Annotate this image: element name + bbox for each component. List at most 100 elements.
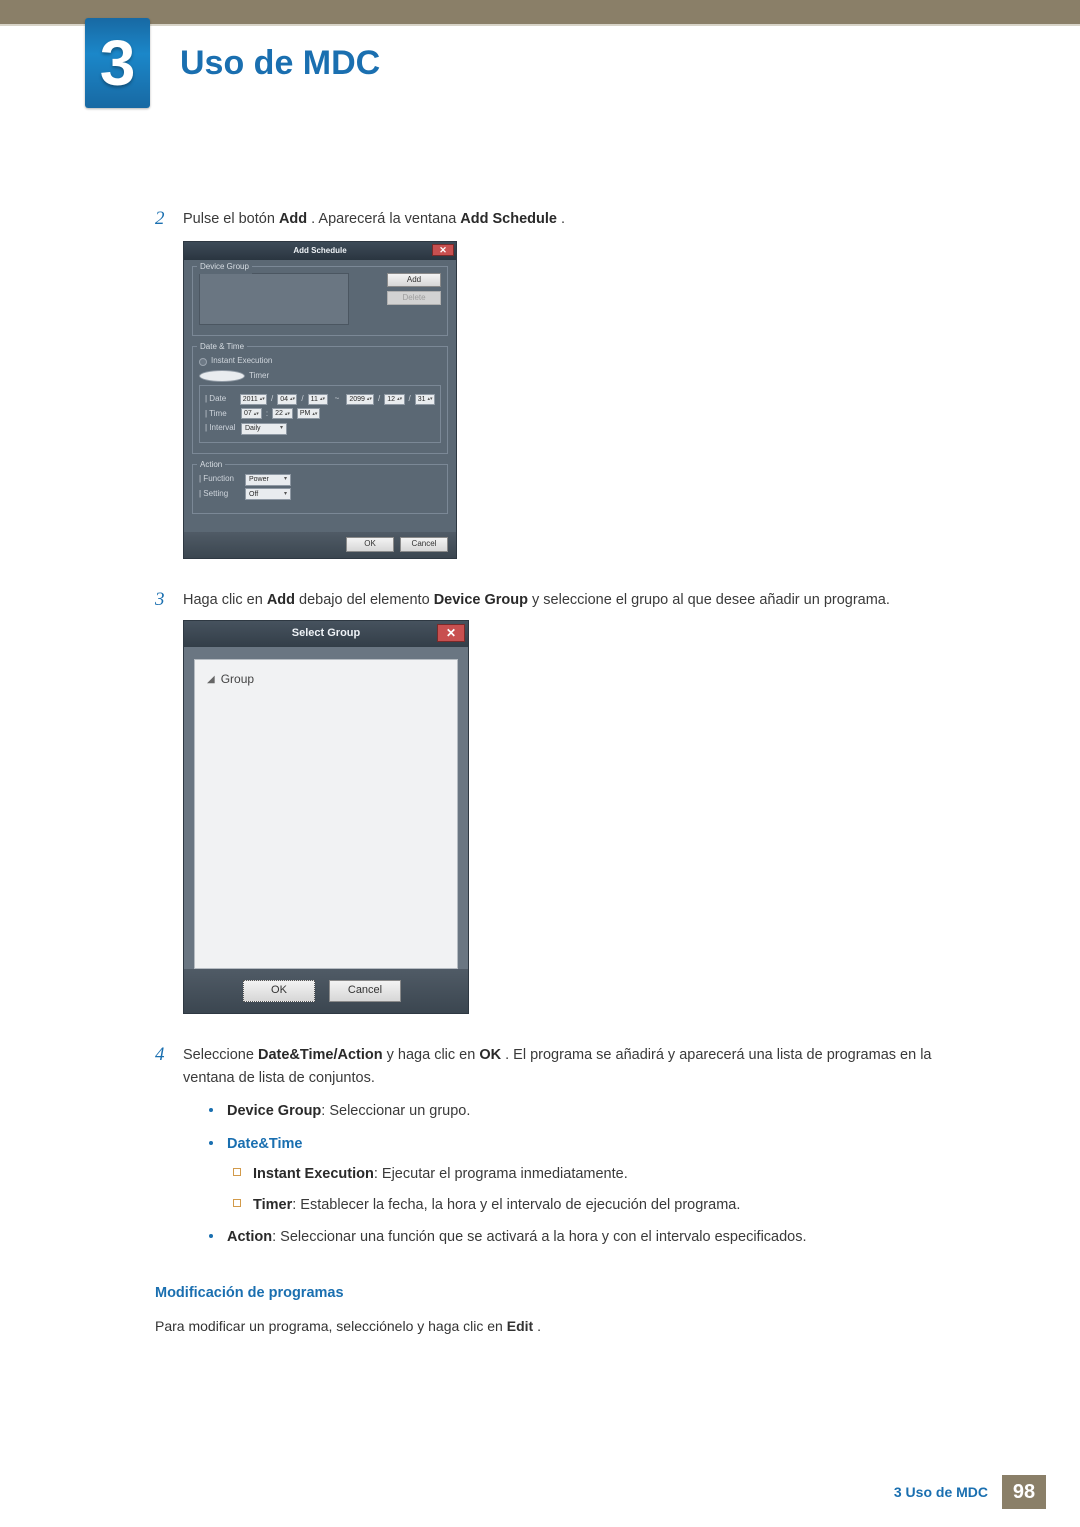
bold: Edit xyxy=(507,1318,533,1334)
chevron-down-icon: ▾ xyxy=(280,424,283,434)
time-min[interactable]: 22▴▾ xyxy=(272,408,293,419)
bullet-list: Device Group: Seleccionar un grupo. Date… xyxy=(209,1100,985,1248)
date-year2[interactable]: 2099▴▾ xyxy=(346,394,374,405)
chapter-number: 3 xyxy=(100,26,136,100)
bold: Action xyxy=(227,1229,272,1245)
text: : Establecer la fecha, la hora y el inte… xyxy=(292,1197,740,1213)
list-item: Timer: Establecer la fecha, la hora y el… xyxy=(227,1194,985,1216)
ok-button[interactable]: OK xyxy=(346,537,394,552)
paragraph: Para modificar un programa, selecciónelo… xyxy=(155,1315,985,1337)
spinner-icon: ▴▾ xyxy=(320,397,325,401)
v: Daily xyxy=(245,423,261,434)
spinner-icon: ▴▾ xyxy=(260,397,265,401)
v: PM xyxy=(300,408,311,419)
setting-select[interactable]: Off▾ xyxy=(245,488,291,500)
cancel-button[interactable]: Cancel xyxy=(329,980,401,1002)
interval-select[interactable]: Daily ▾ xyxy=(241,423,287,435)
group-label: Action xyxy=(197,459,225,472)
date-label: | Date xyxy=(205,393,236,406)
action-box: Action | Function Power▾ | Setting Off▾ xyxy=(192,464,448,514)
text: y seleccione el grupo al que desee añadi… xyxy=(532,592,890,608)
step-number: 3 xyxy=(155,589,183,1032)
text: y haga clic en xyxy=(387,1047,480,1063)
bold: Device Group xyxy=(227,1103,321,1119)
function-label: | Function xyxy=(199,473,241,486)
text: : Seleccionar un grupo. xyxy=(321,1103,470,1119)
group-tree-item[interactable]: ◢ Group xyxy=(207,670,445,689)
top-band xyxy=(0,0,1080,26)
text: Seleccione xyxy=(183,1047,258,1063)
tree-expand-icon: ◢ xyxy=(207,672,215,688)
date-month1[interactable]: 04▴▾ xyxy=(277,394,297,405)
bullet-heading: Date&Time xyxy=(227,1136,302,1152)
footer-text: 3 Uso de MDC xyxy=(894,1484,988,1500)
text: . xyxy=(537,1318,541,1334)
v: 07 xyxy=(244,408,252,419)
select-group-dialog: Select Group ✕ ◢ Group OK Cancel xyxy=(183,620,469,1014)
chapter-badge: 3 xyxy=(85,18,150,108)
dialog-title: Select Group xyxy=(292,625,360,643)
device-group-list[interactable] xyxy=(199,273,349,325)
v: 04 xyxy=(280,394,288,405)
chevron-down-icon: ▾ xyxy=(284,490,287,500)
date-time-box: Date & Time Instant Execution Timer | Da… xyxy=(192,346,448,454)
time-hour[interactable]: 07▴▾ xyxy=(241,408,262,419)
add-button[interactable]: Add xyxy=(387,273,441,287)
time-label: | Time xyxy=(205,408,237,421)
v: 22 xyxy=(275,408,283,419)
step-4: 4 Seleccione Date&Time/Action y haga cli… xyxy=(155,1044,985,1259)
list-item: Date&Time Instant Execution: Ejecutar el… xyxy=(209,1133,985,1216)
timer-radio[interactable]: Timer xyxy=(199,370,441,383)
instant-execution-radio[interactable]: Instant Execution xyxy=(199,355,441,368)
date-year1[interactable]: 2011▴▾ xyxy=(240,394,267,405)
function-select[interactable]: Power▾ xyxy=(245,474,291,486)
step-body: Haga clic en Add debajo del elemento Dev… xyxy=(183,589,985,1032)
step-body: Seleccione Date&Time/Action y haga clic … xyxy=(183,1044,985,1259)
v: 2099 xyxy=(349,394,365,405)
page-footer: 3 Uso de MDC 98 xyxy=(894,1475,1046,1509)
label: Cancel xyxy=(348,982,382,1000)
delete-button[interactable]: Delete xyxy=(387,291,441,305)
ok-button[interactable]: OK xyxy=(243,980,315,1002)
dialog-titlebar: Select Group ✕ xyxy=(184,621,468,647)
spinner-icon: ▴▾ xyxy=(312,412,317,416)
step-number: 4 xyxy=(155,1044,183,1259)
text: Para modificar un programa, selecciónelo… xyxy=(155,1318,507,1334)
bold: Add xyxy=(279,211,307,227)
list-item: Device Group: Seleccionar un grupo. xyxy=(209,1100,985,1122)
bold: OK xyxy=(479,1047,501,1063)
bold: Add xyxy=(267,592,295,608)
text: Pulse el botón xyxy=(183,211,279,227)
v: 12 xyxy=(387,394,395,405)
bold: Timer xyxy=(253,1197,292,1213)
date-month2[interactable]: 12▴▾ xyxy=(384,394,404,405)
close-icon[interactable]: ✕ xyxy=(432,244,454,256)
group-label: Device Group xyxy=(197,261,252,274)
dialog-body: Device Group Add Delete Date & Time xyxy=(184,260,456,532)
setting-label: | Setting xyxy=(199,488,241,501)
label: OK xyxy=(271,982,287,1000)
spinner-icon: ▴▾ xyxy=(397,397,402,401)
bold: Add Schedule xyxy=(460,211,557,227)
select-group-body: ◢ Group xyxy=(194,659,458,969)
time-ampm[interactable]: PM▴▾ xyxy=(297,408,321,419)
text: Haga clic en xyxy=(183,592,267,608)
add-schedule-dialog: Add Schedule ✕ Device Group Add Delete xyxy=(183,241,457,559)
group-label: Date & Time xyxy=(197,341,247,354)
date-day1[interactable]: 11▴▾ xyxy=(308,394,328,405)
dialog-footer: OK Cancel xyxy=(184,969,468,1013)
label: OK xyxy=(364,538,376,551)
step-3: 3 Haga clic en Add debajo del elemento D… xyxy=(155,589,985,1032)
spinner-icon: ▴▾ xyxy=(290,397,295,401)
v: 11 xyxy=(311,394,318,405)
label: Cancel xyxy=(412,538,437,551)
list-item: Instant Execution: Ejecutar el programa … xyxy=(227,1163,985,1185)
v: Power xyxy=(249,474,269,485)
label: Group xyxy=(221,670,254,689)
chapter-title: Uso de MDC xyxy=(180,44,380,83)
close-icon[interactable]: ✕ xyxy=(437,624,465,642)
date-day2[interactable]: 31▴▾ xyxy=(415,394,435,405)
spinner-icon: ▴▾ xyxy=(254,412,259,416)
radio-icon xyxy=(199,370,245,382)
cancel-button[interactable]: Cancel xyxy=(400,537,448,552)
